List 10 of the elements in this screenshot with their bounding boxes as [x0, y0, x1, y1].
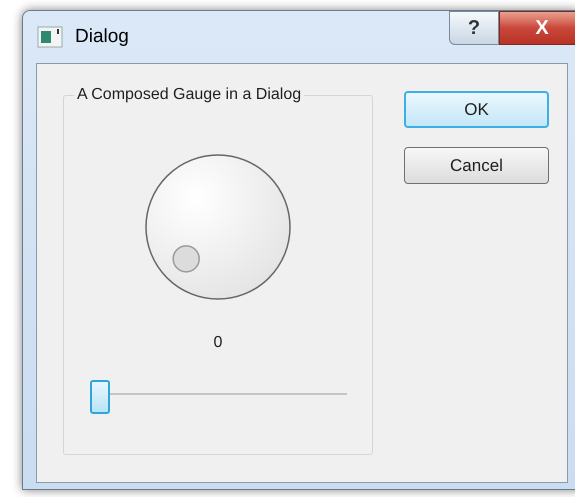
- value-label: 0: [214, 333, 222, 353]
- help-button[interactable]: ?: [449, 11, 499, 45]
- dialog-button[interactable]: Cancel: [404, 147, 549, 184]
- slider-thumb[interactable]: [90, 380, 110, 414]
- close-button[interactable]: X: [499, 11, 575, 45]
- dial[interactable]: [144, 153, 292, 301]
- window-title: Dialog: [75, 24, 129, 49]
- group-title: A Composed Gauge in a Dialog: [74, 85, 304, 105]
- dialog-button[interactable]: OK: [404, 91, 549, 128]
- window-icon: [37, 26, 63, 48]
